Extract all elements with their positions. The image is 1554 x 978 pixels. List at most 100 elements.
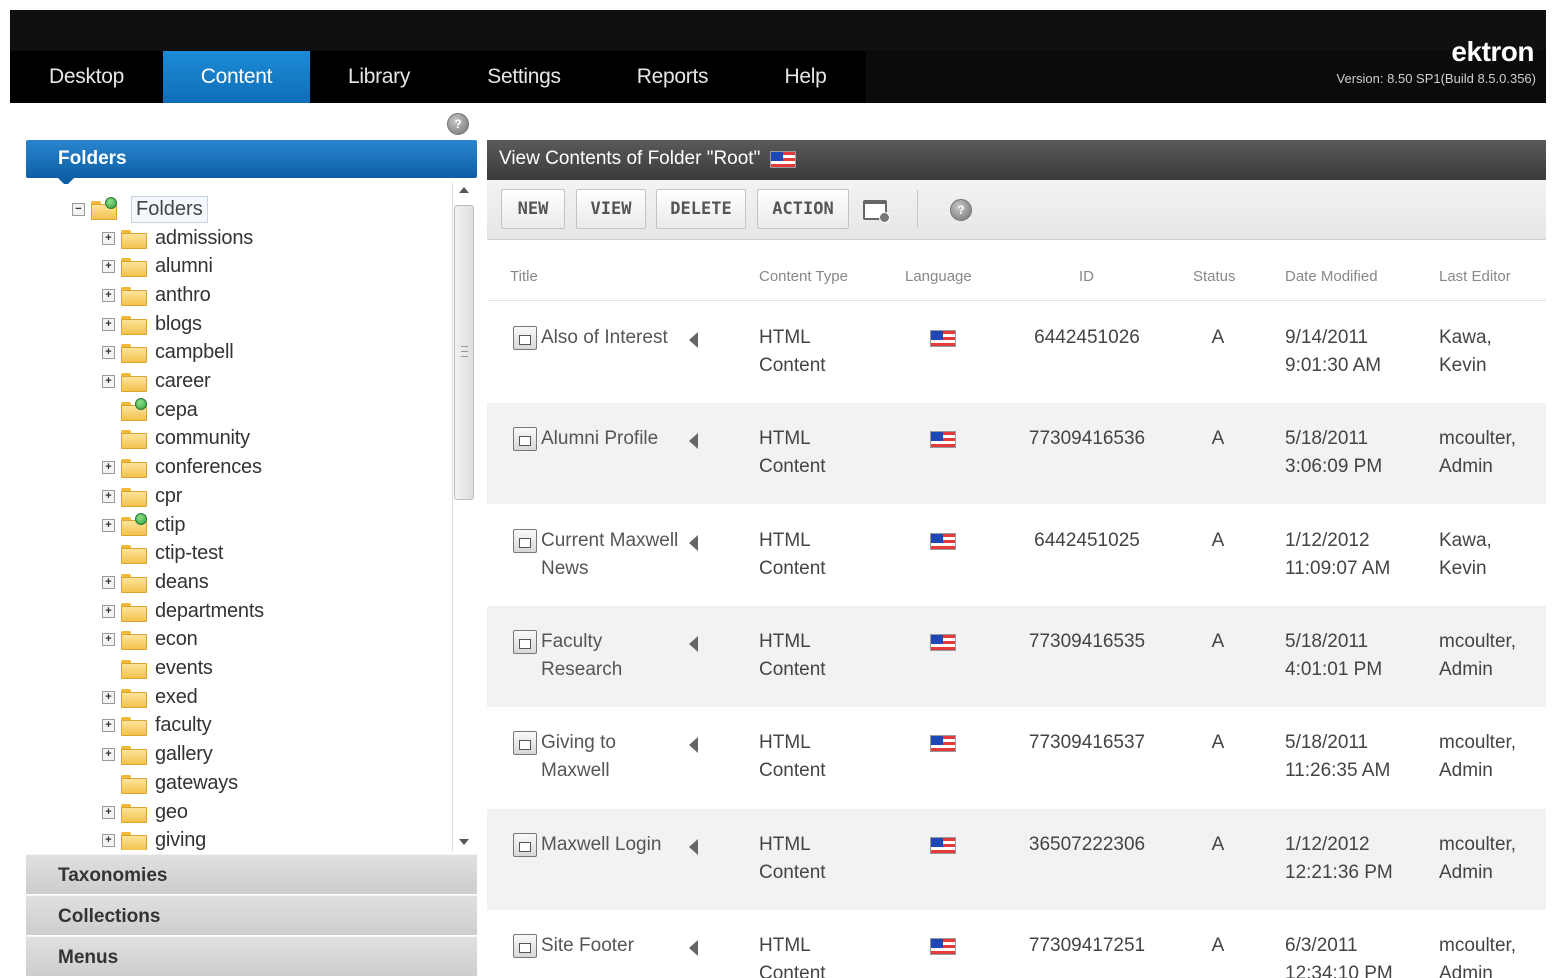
expand-icon[interactable]: + <box>102 288 115 302</box>
content-title-link[interactable]: Site Footer <box>541 932 681 960</box>
table-row[interactable]: Maxwell Login HTML Content 36507222306 A 1/12… <box>487 808 1546 910</box>
tree-item[interactable]: ctip-test <box>102 540 223 568</box>
expand-icon[interactable]: + <box>102 375 115 388</box>
tree-item[interactable]: + conferences <box>102 454 262 482</box>
tree-item-label[interactable]: cpr <box>155 485 182 508</box>
expand-icon[interactable]: + <box>102 575 115 589</box>
context-menu-arrow-icon[interactable] <box>689 433 698 450</box>
tree-item-label[interactable]: cepa <box>155 399 198 422</box>
tree-item-label[interactable]: community <box>155 427 250 450</box>
context-menu-arrow-icon[interactable] <box>689 737 698 754</box>
col-language[interactable]: Language <box>905 268 972 285</box>
tree-item[interactable]: + deans <box>102 568 209 596</box>
tree-item-label[interactable]: departments <box>155 600 264 623</box>
context-menu-arrow-icon[interactable] <box>689 838 698 855</box>
scroll-down-icon[interactable] <box>459 839 469 845</box>
tree-scrollbar[interactable] <box>452 183 474 851</box>
table-row[interactable]: Giving to Maxwell HTML Content 77309416537 A… <box>487 707 1546 809</box>
context-menu-arrow-icon[interactable] <box>689 534 698 551</box>
new-button[interactable]: NEW <box>501 189 565 229</box>
tree-item-label[interactable]: gateways <box>155 772 238 795</box>
collections-section[interactable]: Collections <box>26 895 477 935</box>
tree-item[interactable]: events <box>102 655 213 683</box>
tree-item[interactable]: + gallery <box>102 741 213 769</box>
context-menu-arrow-icon[interactable] <box>689 332 698 348</box>
tree-item[interactable]: + blogs <box>102 310 202 338</box>
table-row[interactable]: Faculty Research HTML Content 77309416535 A 5… <box>487 605 1546 707</box>
expand-icon[interactable]: + <box>102 748 115 762</box>
expand-icon[interactable]: + <box>102 604 115 618</box>
content-title-link[interactable]: Faculty Research <box>541 628 681 684</box>
content-title-link[interactable]: Current Maxwell News <box>541 527 681 583</box>
tree-item[interactable]: + exed <box>102 683 198 711</box>
tree-item[interactable]: + geo <box>102 798 188 826</box>
tree-item-label[interactable]: alumni <box>155 255 213 278</box>
col-date-modified[interactable]: Date Modified <box>1285 268 1378 285</box>
taxonomies-section[interactable]: Taxonomies <box>26 854 477 894</box>
tree-item[interactable]: + campbell <box>102 339 234 367</box>
tree-item-label[interactable]: campbell <box>155 341 234 364</box>
content-title-link[interactable]: Also of Interest <box>541 324 681 352</box>
expand-icon[interactable]: + <box>102 260 115 274</box>
expand-icon[interactable]: + <box>102 719 115 733</box>
expand-icon[interactable]: + <box>102 690 115 704</box>
menus-section[interactable]: Menus <box>26 936 477 976</box>
col-title[interactable]: Title <box>510 268 538 285</box>
expand-icon[interactable]: + <box>102 231 115 245</box>
tree-item[interactable]: + faculty <box>102 712 212 740</box>
expand-icon[interactable]: + <box>102 317 115 331</box>
col-content-type[interactable]: Content Type <box>759 268 848 285</box>
folders-header[interactable]: Folders <box>26 140 477 186</box>
expand-icon[interactable]: + <box>102 518 115 532</box>
tree-root-label[interactable]: Folders <box>131 196 208 223</box>
action-button[interactable]: ACTION <box>757 189 849 229</box>
tree-item-label[interactable]: admissions <box>155 227 253 250</box>
table-row[interactable]: Current Maxwell News HTML Content 644245102… <box>487 504 1546 606</box>
table-row[interactable]: Also of Interest HTML Content 6442451026 A 9/… <box>487 302 1546 403</box>
tree-item[interactable]: + alumni <box>102 253 213 281</box>
tree-item-label[interactable]: faculty <box>155 714 212 737</box>
collapse-icon[interactable]: − <box>72 203 85 216</box>
tree-item[interactable]: + ctip <box>102 511 186 539</box>
expand-icon[interactable]: + <box>102 346 115 360</box>
tree-item-label[interactable]: giving <box>155 829 206 850</box>
tree-item-label[interactable]: ctip-test <box>155 542 223 565</box>
tree-item[interactable]: + anthro <box>102 281 211 309</box>
tree-item-label[interactable]: blogs <box>155 313 202 336</box>
content-title-link[interactable]: Alumni Profile <box>541 425 681 453</box>
col-id[interactable]: ID <box>1079 268 1094 285</box>
tab-library[interactable]: Library <box>310 51 448 103</box>
content-title-link[interactable]: Giving to Maxwell <box>541 729 681 785</box>
tree-item[interactable]: + admissions <box>102 224 253 252</box>
tree-item-label[interactable]: events <box>155 657 213 680</box>
expand-icon[interactable]: + <box>102 834 115 848</box>
col-status[interactable]: Status <box>1193 268 1236 285</box>
scroll-up-icon[interactable] <box>459 187 469 193</box>
tree-root[interactable]: − Folders <box>72 196 208 223</box>
tree-item[interactable]: + econ <box>102 626 198 654</box>
tab-settings[interactable]: Settings <box>448 51 600 103</box>
tree-item[interactable]: cepa <box>102 396 198 424</box>
tree-item-label[interactable]: career <box>155 370 211 393</box>
tree-item-label[interactable]: exed <box>155 686 198 709</box>
tree-item-label[interactable]: conferences <box>155 456 262 479</box>
tree-item[interactable]: community <box>102 425 250 453</box>
tree-item-label[interactable]: gallery <box>155 743 213 766</box>
tab-content[interactable]: Content <box>163 51 310 103</box>
context-menu-arrow-icon[interactable] <box>689 939 698 956</box>
expand-icon[interactable]: + <box>102 489 115 503</box>
tree-item[interactable]: + departments <box>102 597 264 625</box>
tab-reports[interactable]: Reports <box>600 51 745 103</box>
tree-item-label[interactable]: geo <box>155 801 188 824</box>
scroll-thumb[interactable] <box>454 205 474 500</box>
context-menu-arrow-icon[interactable] <box>689 635 698 652</box>
preview-icon[interactable] <box>863 200 890 223</box>
help-icon[interactable]: ? <box>447 113 469 135</box>
tree-item-label[interactable]: anthro <box>155 284 211 307</box>
tree-item-label[interactable]: deans <box>155 571 209 594</box>
expand-icon[interactable]: + <box>102 461 115 475</box>
view-button[interactable]: VIEW <box>576 189 646 229</box>
tree-item-label[interactable]: ctip <box>155 514 186 537</box>
tree-item[interactable]: + cpr <box>102 482 182 510</box>
expand-icon[interactable]: + <box>102 805 115 819</box>
